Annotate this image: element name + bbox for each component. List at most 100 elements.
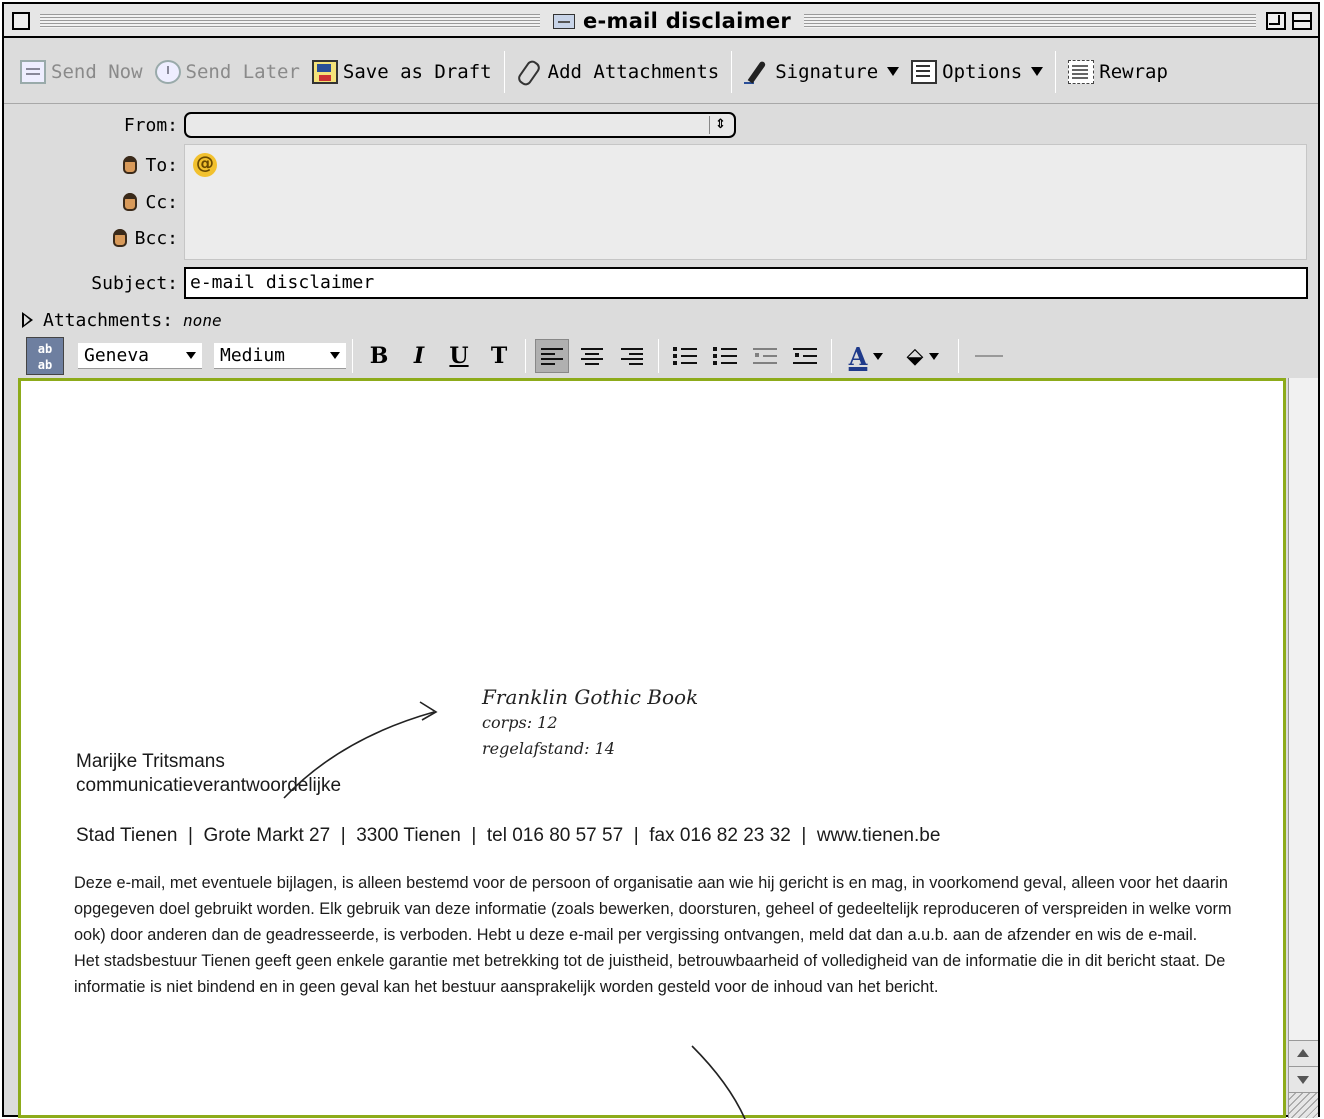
to-label[interactable]: To: (44, 152, 178, 178)
rewrap-button[interactable]: Rewrap (1062, 52, 1174, 92)
collapse-box[interactable] (1292, 12, 1312, 30)
spell-check-button[interactable]: ab ab (26, 337, 64, 375)
text-color-button[interactable]: A (841, 339, 891, 373)
signature-role: communicatieverantwoordelijke (76, 775, 342, 796)
outdent-button[interactable] (748, 339, 782, 373)
teletype-button[interactable]: T (482, 339, 516, 373)
numbered-list-icon (673, 346, 697, 366)
indent-button[interactable] (788, 339, 822, 373)
toolbar-separator (503, 50, 505, 93)
toolbar-separator (731, 50, 733, 93)
to-label-text: To: (145, 154, 178, 176)
disclaimer-paragraph: Het stadsbestuur Tienen geeft geen enkel… (74, 952, 1226, 996)
align-left-button[interactable] (535, 339, 569, 373)
from-label: From: (44, 112, 178, 138)
annotation-font: Franklin Gothic Book (482, 685, 699, 709)
from-label-text: From: (123, 114, 178, 136)
horizontal-rule-button[interactable] (975, 355, 1003, 357)
send-now-label: Send Now (51, 60, 143, 83)
resize-handle[interactable] (1289, 1092, 1318, 1118)
font-select[interactable]: Geneva (78, 343, 202, 369)
bcc-label-text: Bcc: (134, 227, 178, 249)
signature-button[interactable]: Signature (738, 52, 905, 92)
rewrap-label: Rewrap (1099, 60, 1168, 83)
options-icon (911, 59, 938, 84)
outdent-icon (753, 346, 777, 366)
window-title: e-mail disclaimer (582, 9, 792, 33)
scroll-down-arrow-icon[interactable] (1289, 1066, 1318, 1092)
align-right-button[interactable] (615, 339, 649, 373)
person-icon (123, 156, 138, 174)
bold-button[interactable]: B (362, 339, 396, 373)
subject-label: Subject: (44, 270, 178, 296)
spell-label-bottom: ab (37, 358, 53, 372)
chevron-down-icon (873, 352, 884, 360)
from-select[interactable]: ⇕ (184, 112, 736, 138)
toolbar: Send Now Send Later Save as Draft Add At… (4, 40, 1318, 104)
contact-line: Stad Tienen | Grote Markt 27 | 3300 Tien… (76, 825, 941, 846)
disclosure-triangle-icon[interactable] (22, 312, 33, 328)
send-later-label: Send Later (185, 60, 300, 83)
attachments-row[interactable]: Attachments: none (22, 308, 222, 332)
format-separator (658, 339, 659, 373)
chevron-down-icon (330, 352, 340, 359)
close-box[interactable] (12, 12, 30, 30)
recipients-field[interactable]: @ (184, 144, 1307, 260)
title-bar[interactable]: e-mail disclaimer (4, 4, 1318, 38)
attachments-label: Attachments: (43, 309, 174, 331)
numbered-list-button[interactable] (668, 339, 702, 373)
send-now-icon (20, 59, 46, 84)
rewrap-icon (1068, 59, 1095, 84)
add-attachments-label: Add Attachments (547, 60, 720, 83)
paint-bucket-icon: ⬙ (906, 343, 924, 369)
options-label: Options (942, 60, 1023, 83)
bcc-label[interactable]: Bcc: (44, 225, 178, 251)
align-right-icon (621, 347, 643, 365)
align-center-button[interactable] (575, 339, 609, 373)
add-attachments-button[interactable]: Add Attachments (511, 52, 726, 92)
scroll-up-arrow-icon[interactable] (1289, 1040, 1318, 1066)
send-now-button[interactable]: Send Now (14, 52, 149, 92)
signature-name: Marijke Tritsmans (76, 751, 225, 772)
send-later-button[interactable]: Send Later (149, 52, 306, 92)
cc-label-text: Cc: (145, 191, 178, 213)
format-separator (525, 339, 526, 373)
size-value: Medium (220, 345, 286, 366)
pen-icon (744, 60, 770, 84)
subject-input[interactable]: e-mail disclaimer (184, 267, 1308, 299)
zoom-box[interactable] (1266, 12, 1286, 30)
bullet-list-icon (713, 346, 737, 366)
document-icon (552, 13, 575, 29)
send-later-icon (154, 59, 181, 84)
signature-label: Signature (775, 60, 879, 83)
attachments-value: none (183, 310, 222, 330)
select-arrows-icon: ⇕ (709, 116, 731, 134)
at-icon: @ (193, 153, 217, 177)
bullet-list-button[interactable] (708, 339, 742, 373)
chevron-down-icon (887, 67, 900, 76)
save-draft-icon (311, 59, 338, 84)
chevron-down-icon (929, 352, 940, 360)
cc-label[interactable]: Cc: (44, 189, 178, 215)
size-select[interactable]: Medium (214, 343, 346, 369)
spell-label-top: ab (37, 342, 53, 356)
chevron-down-icon (1031, 67, 1044, 76)
scrollbar[interactable] (1288, 378, 1318, 1118)
text-color-icon: A (848, 341, 868, 371)
format-separator (352, 339, 353, 373)
align-center-icon (581, 347, 603, 365)
chevron-down-icon (186, 352, 196, 359)
subject-label-text: Subject: (91, 272, 178, 294)
options-button[interactable]: Options (905, 52, 1049, 92)
disclaimer-text: Deze e-mail, met eventuele bijlagen, is … (74, 870, 1234, 1000)
underline-button[interactable]: U (442, 339, 476, 373)
save-draft-label: Save as Draft (342, 60, 492, 83)
toolbar-separator (1055, 50, 1057, 93)
background-color-button[interactable]: ⬙ (897, 339, 949, 373)
save-draft-button[interactable]: Save as Draft (306, 52, 498, 92)
handwritten-annotation: Franklin Gothic Book corps: 12 regelafst… (482, 684, 698, 762)
person-icon (123, 193, 138, 211)
title-stripes-right (804, 14, 1256, 28)
align-left-icon (541, 347, 563, 365)
italic-button[interactable]: I (402, 339, 436, 373)
